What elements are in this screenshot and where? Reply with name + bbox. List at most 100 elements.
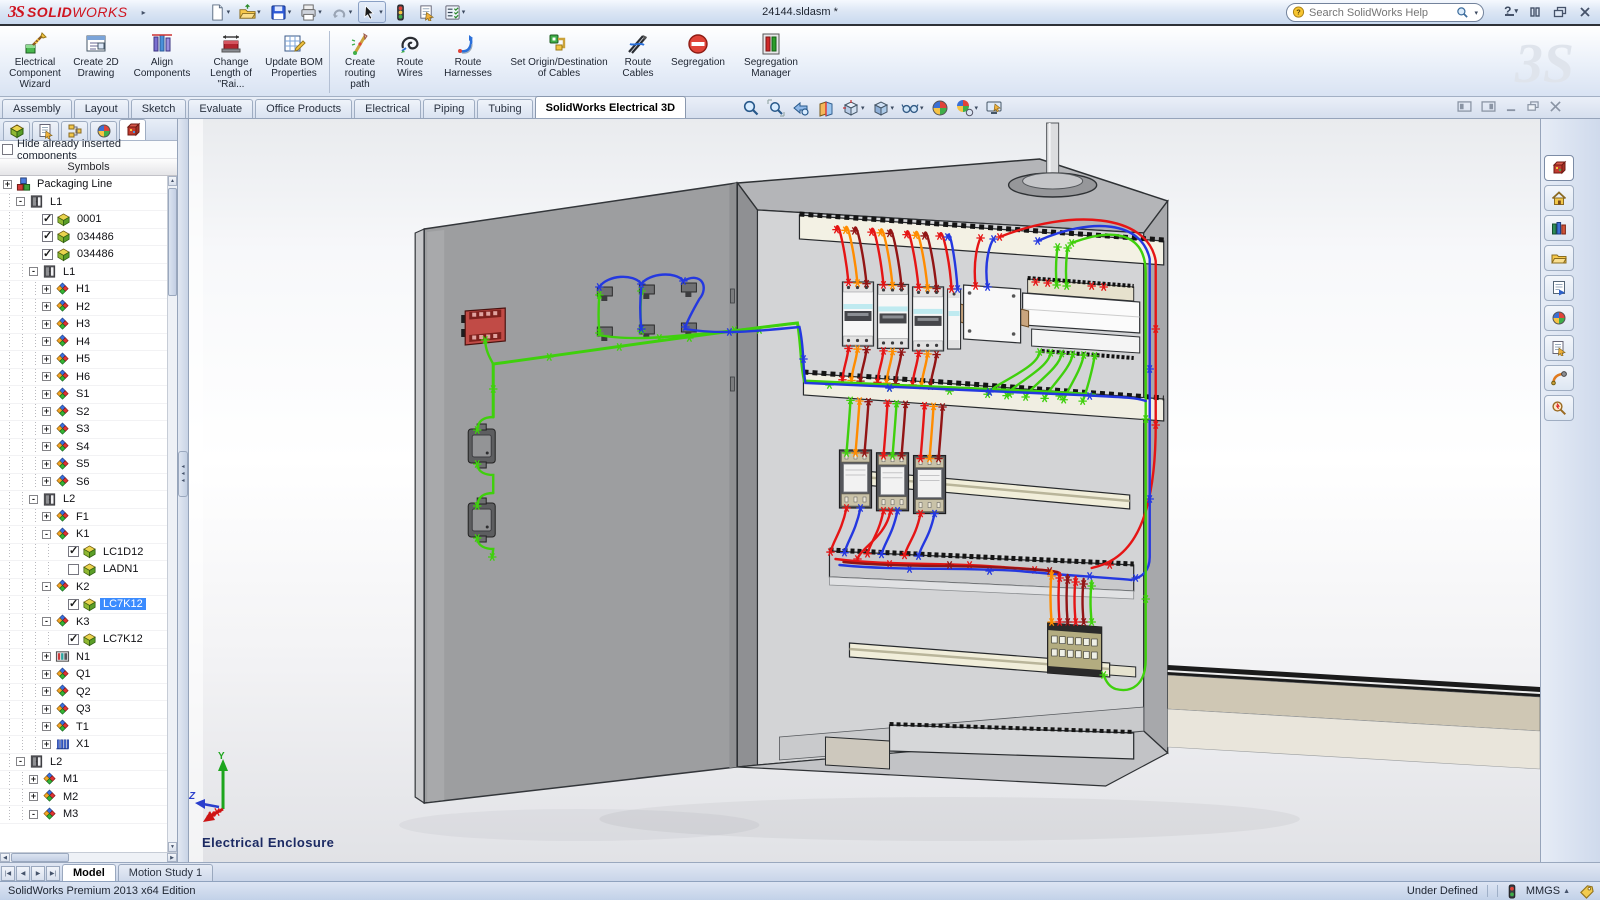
ribbon-segmanager-button[interactable]: Segregation Manager <box>735 28 807 96</box>
tree-vertical-scrollbar[interactable]: ▲ ▼ <box>167 176 177 852</box>
dropdown-caret-icon[interactable]: ▾ <box>349 8 353 16</box>
plc-module[interactable] <box>1023 278 1140 358</box>
tree-item-s1[interactable]: +S1 <box>0 386 167 404</box>
dropdown-caret-icon[interactable]: ▾ <box>318 8 322 16</box>
close-button[interactable] <box>1576 4 1594 19</box>
dropdown-caret-icon[interactable]: ▾ <box>920 104 924 112</box>
dropdown-caret-icon[interactable]: ▾ <box>257 8 261 16</box>
ribbon-routecables-button[interactable]: Route Cables <box>615 28 661 96</box>
tree-checkbox[interactable] <box>68 599 79 610</box>
tree-expand-plus-icon[interactable]: + <box>42 442 51 451</box>
print-document-button[interactable]: ▾ <box>297 1 325 23</box>
sheet-tab-motion-study-1[interactable]: Motion Study 1 <box>118 864 213 881</box>
pane-left-icon[interactable] <box>1457 99 1472 117</box>
search-icon[interactable] <box>1456 6 1469 19</box>
dropdown-caret-icon[interactable]: ▾ <box>462 8 466 16</box>
tree-item-034486[interactable]: 034486 <box>0 229 167 247</box>
tree-expand-plus-icon[interactable]: + <box>42 705 51 714</box>
tree-expand-minus-icon[interactable]: - <box>42 530 51 539</box>
file-properties-button[interactable] <box>415 1 438 23</box>
dropdown-caret-icon[interactable]: ▾ <box>861 104 865 112</box>
door-switch-1[interactable] <box>468 424 495 468</box>
task-pane-tab-design-library[interactable] <box>1544 215 1574 241</box>
tree-item-m2[interactable]: +M2 <box>0 789 167 807</box>
next-tab-icon[interactable]: ▶ <box>31 866 45 881</box>
tree-item-f1[interactable]: +F1 <box>0 509 167 527</box>
task-pane-tab-file-explorer[interactable] <box>1544 245 1574 271</box>
tree-item-x1[interactable]: +X1 <box>0 736 167 754</box>
tree-item-m3[interactable]: -M3 <box>0 806 167 824</box>
dropdown-caret-icon[interactable]: ▾ <box>379 8 383 16</box>
tree-expand-plus-icon[interactable]: + <box>42 285 51 294</box>
tree-expand-plus-icon[interactable]: + <box>42 390 51 399</box>
undo-button[interactable]: ▾ <box>328 1 356 23</box>
pause-button[interactable] <box>1526 4 1544 19</box>
last-tab-icon[interactable]: ▶| <box>46 866 60 881</box>
tree-item-034486[interactable]: 034486 <box>0 246 167 264</box>
ribbon-segregation-button[interactable]: Segregation <box>661 28 735 96</box>
tab-sketch[interactable]: Sketch <box>131 99 187 118</box>
tree-item-q2[interactable]: +Q2 <box>0 684 167 702</box>
ribbon-routepath-button[interactable]: Create routing path <box>333 28 387 96</box>
power-module[interactable] <box>958 285 1029 343</box>
tree-expand-minus-icon[interactable]: - <box>16 757 25 766</box>
tree-expand-plus-icon[interactable]: + <box>29 792 38 801</box>
hide-inserted-checkbox[interactable] <box>2 144 13 155</box>
tab-tubing[interactable]: Tubing <box>477 99 532 118</box>
tab-piping[interactable]: Piping <box>423 99 476 118</box>
tree-expand-minus-icon[interactable]: - <box>42 617 51 626</box>
tree-item-s2[interactable]: +S2 <box>0 404 167 422</box>
tab-layout[interactable]: Layout <box>74 99 129 118</box>
section-view-button[interactable] <box>817 99 835 117</box>
select-tool-button[interactable]: ▾ <box>358 1 386 23</box>
tree-expand-plus-icon[interactable]: + <box>42 372 51 381</box>
tree-checkbox[interactable] <box>42 249 53 260</box>
viewport-close-button[interactable] <box>1549 99 1562 117</box>
tree-expand-minus-icon[interactable]: - <box>29 495 38 504</box>
tree-item-h5[interactable]: +H5 <box>0 351 167 369</box>
tree-expand-minus-icon[interactable]: - <box>42 582 51 591</box>
tree-item-ladn1[interactable]: LADN1 <box>0 561 167 579</box>
door-switch-2[interactable] <box>468 498 495 542</box>
tree-item-m1[interactable]: +M1 <box>0 771 167 789</box>
dropdown-caret-icon[interactable]: ▾ <box>227 8 231 16</box>
tree-checkbox[interactable] <box>42 231 53 242</box>
tree-expand-plus-icon[interactable]: + <box>42 740 51 749</box>
tree-expand-minus-icon[interactable]: - <box>29 810 38 819</box>
dropdown-caret-icon[interactable]: ▾ <box>975 104 979 112</box>
scroll-thumb[interactable] <box>168 188 177 296</box>
tree-checkbox[interactable] <box>68 634 79 645</box>
tree-item-0001[interactable]: 0001 <box>0 211 167 229</box>
hide-show-items-button[interactable]: ▾ <box>901 99 924 117</box>
tree-expand-plus-icon[interactable]: + <box>42 652 51 661</box>
ribbon-bom-button[interactable]: Update BOM Properties <box>262 28 326 96</box>
task-pane-tab-custom-properties[interactable] <box>1544 335 1574 361</box>
search-caret-icon[interactable]: ▾ <box>1474 9 1478 17</box>
task-pane-tab-swe-home[interactable] <box>1544 155 1574 181</box>
sheet-tab-model[interactable]: Model <box>62 864 116 881</box>
tree-expand-plus-icon[interactable]: + <box>42 512 51 521</box>
display-style-button[interactable]: ▾ <box>872 99 895 117</box>
first-tab-icon[interactable]: |◀ <box>1 866 15 881</box>
tree-expand-plus-icon[interactable]: + <box>42 302 51 311</box>
tag-icon[interactable] <box>1579 884 1594 899</box>
tab-office-products[interactable]: Office Products <box>255 99 352 118</box>
tree-item-s6[interactable]: +S6 <box>0 474 167 492</box>
tree-expand-plus-icon[interactable]: + <box>42 355 51 364</box>
scroll-right-icon[interactable]: ▶ <box>167 853 177 862</box>
tab-assembly[interactable]: Assembly <box>2 99 72 118</box>
scroll-up-icon[interactable]: ▲ <box>168 176 177 186</box>
tree-checkbox[interactable] <box>68 546 79 557</box>
tree-item-packaging-line[interactable]: +Packaging Line <box>0 176 167 194</box>
help-search-box[interactable]: ? ▾ <box>1286 3 1484 22</box>
tree-item-h3[interactable]: +H3 <box>0 316 167 334</box>
viewport-minimize-button[interactable] <box>1505 99 1518 117</box>
task-pane-tab-appearances[interactable] <box>1544 305 1574 331</box>
scroll-thumb[interactable] <box>11 853 69 862</box>
apply-scene-button[interactable] <box>931 99 949 117</box>
tree-expand-plus-icon[interactable]: + <box>29 775 38 784</box>
tree-item-l1[interactable]: -L1 <box>0 264 167 282</box>
tree-item-q3[interactable]: +Q3 <box>0 701 167 719</box>
zoom-fit-button[interactable] <box>742 99 760 117</box>
tree-item-l2[interactable]: -L2 <box>0 491 167 509</box>
